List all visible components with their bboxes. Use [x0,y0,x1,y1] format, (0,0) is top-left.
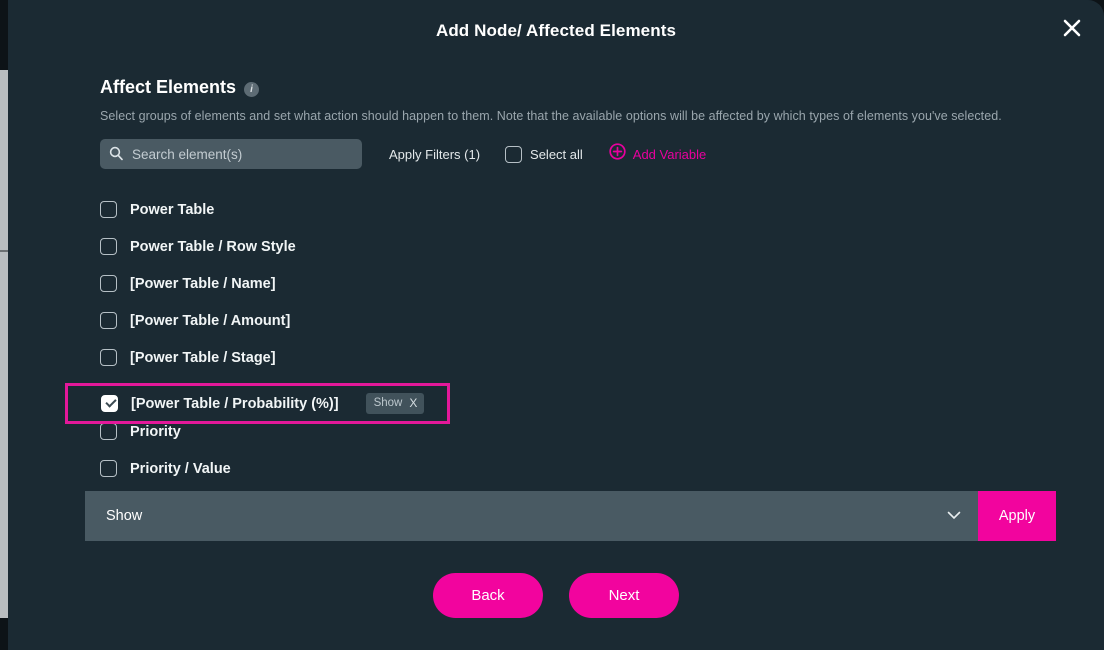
underlying-page-edge [0,70,8,618]
element-checkbox[interactable] [100,201,117,218]
element-label: Priority [130,423,181,440]
element-label: [Power Table / Amount] [130,312,291,329]
add-variable-button[interactable]: Add Variable [609,143,706,165]
apply-filters-button[interactable]: Apply Filters (1) [389,147,480,162]
info-icon[interactable]: i [244,82,260,97]
apply-action-bar: Show Apply [85,491,1056,541]
search-input[interactable] [132,139,362,169]
next-button[interactable]: Next [569,573,679,618]
underlying-page-seam [0,250,8,252]
element-action-label: Show [373,397,403,409]
element-checkbox[interactable] [100,423,117,440]
plus-circle-icon [609,143,626,165]
element-row[interactable]: [Power Table / Stage] [100,339,1104,376]
element-row-selected-highlighted[interactable]: [Power Table / Probability (%)] Show X [65,383,450,424]
select-all-control[interactable]: Select all [505,145,583,163]
element-label: [Power Table / Probability (%)] [131,395,339,412]
element-row[interactable]: Priority / Value [100,450,1104,487]
select-all-checkbox[interactable] [505,145,523,163]
remove-action-icon[interactable]: X [409,396,417,410]
select-all-label: Select all [530,146,583,162]
close-icon[interactable] [1052,8,1092,48]
section-title: Affect Elements [100,77,237,97]
element-checkbox[interactable] [100,460,117,477]
action-select-value: Show [106,508,143,524]
elements-toolbar: Apply Filters (1) Select all Add Variabl… [100,139,1104,169]
section-description: Select groups of elements and set what a… [100,109,1002,123]
element-label: Power Table / Row Style [130,238,296,255]
app-root: Add Node/ Affected Elements Affect Eleme… [0,0,1104,650]
search-icon [109,146,123,166]
modal-footer: Back Next [8,573,1104,618]
element-label: Power Table [130,201,215,218]
add-node-modal: Add Node/ Affected Elements Affect Eleme… [8,0,1104,650]
modal-body: Affect Elements i Select groups of eleme… [8,77,1104,487]
add-variable-label: Add Variable [632,146,707,162]
element-label: [Power Table / Stage] [130,349,276,366]
search-element-box[interactable] [100,139,362,169]
chevron-down-icon [947,507,961,525]
element-checkbox[interactable] [100,349,117,366]
apply-button[interactable]: Apply [978,491,1056,541]
element-label: [Power Table / Name] [130,275,276,292]
element-row[interactable]: [Power Table / Amount] [100,302,1104,339]
element-action-chip[interactable]: Show X [365,393,425,414]
back-button[interactable]: Back [433,573,543,618]
element-label: Priority / Value [130,460,231,477]
modal-header: Add Node/ Affected Elements [8,0,1104,66]
element-checkbox[interactable] [100,238,117,255]
element-checkbox-checked[interactable] [101,395,118,412]
affected-elements-list: Power Table Power Table / Row Style [Pow… [100,191,1104,487]
section-header: Affect Elements i [100,77,1104,98]
modal-title: Add Node/ Affected Elements [435,21,677,40]
action-select[interactable]: Show [85,491,978,541]
element-checkbox[interactable] [100,275,117,292]
element-row[interactable]: [Power Table / Name] [100,265,1104,302]
element-checkbox[interactable] [100,312,117,329]
element-row[interactable]: Power Table / Row Style [100,228,1104,265]
element-row[interactable]: Power Table [100,191,1104,228]
